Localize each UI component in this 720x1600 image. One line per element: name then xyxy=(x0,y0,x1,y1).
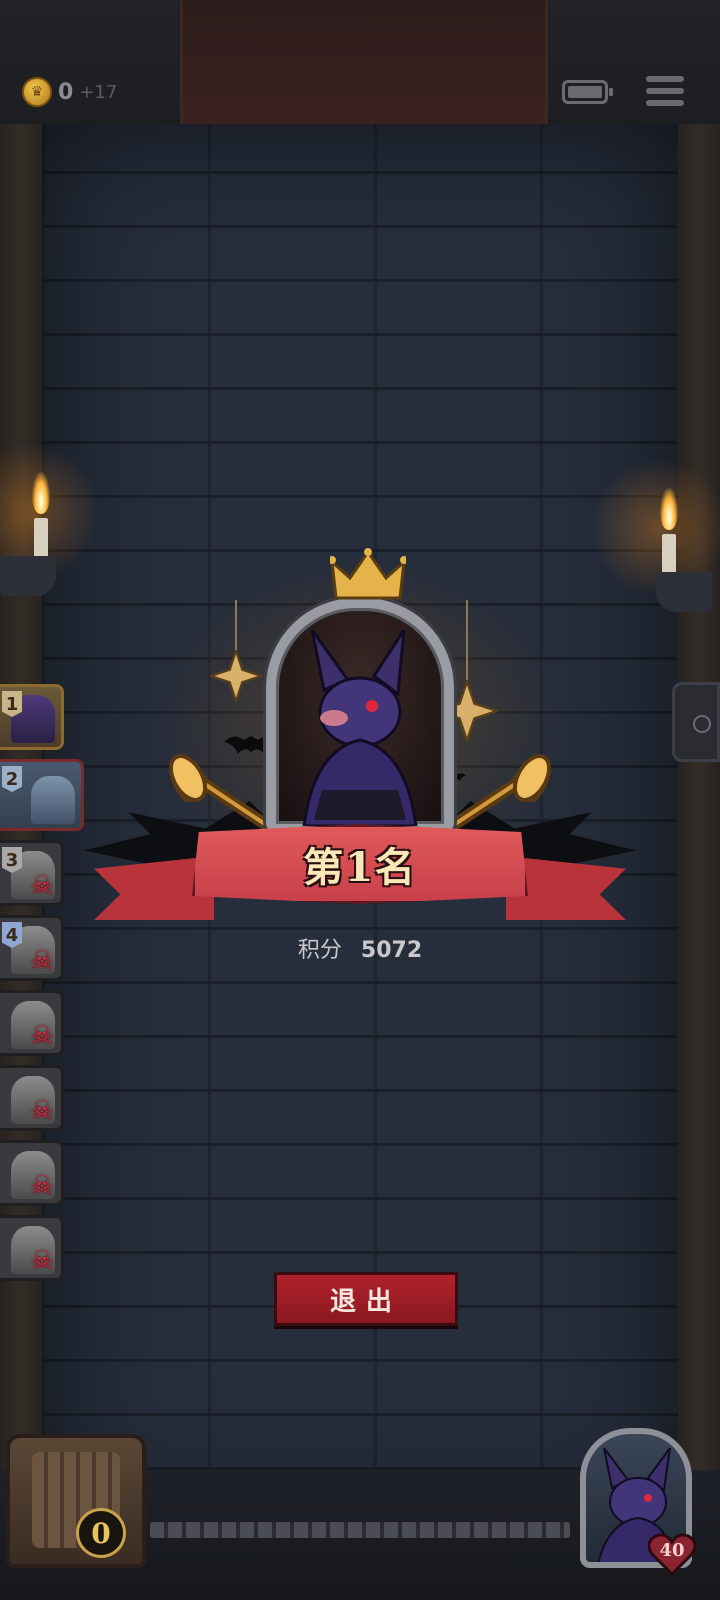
star-string xyxy=(466,600,468,682)
candle xyxy=(662,534,676,574)
leaderboard: 1 2 3 ☠ 4 ☠ ☠ ☠ ☠ ☠ xyxy=(0,684,90,1290)
menu-line xyxy=(646,100,684,106)
star-string xyxy=(235,600,237,652)
star-icon xyxy=(210,650,262,702)
coin-counter: ♛ 0 +17 xyxy=(22,76,117,108)
leaderboard-entry-2[interactable]: 2 xyxy=(0,759,84,831)
skull-icon: ☠ xyxy=(30,1171,54,1201)
leaderboard-entry-1[interactable]: 1 xyxy=(0,684,64,750)
doorway-curtain xyxy=(180,0,548,124)
menu-line xyxy=(646,76,684,82)
bat-character-portrait xyxy=(302,630,418,826)
rank-ribbon: 第1名 xyxy=(192,824,528,904)
leaderboard-entry-7[interactable]: ☠ xyxy=(0,1140,64,1206)
crown-coin-icon: ♛ xyxy=(22,77,52,107)
flame-icon xyxy=(660,488,678,530)
menu-line xyxy=(646,88,684,94)
exit-button[interactable]: 退出 xyxy=(274,1272,458,1326)
chest-count: 0 xyxy=(76,1508,126,1558)
coin-count: 0 xyxy=(58,79,74,105)
elf-portrait xyxy=(31,776,75,824)
skull-icon: ☠ xyxy=(30,871,54,901)
rank-title: 第1名 xyxy=(303,844,417,891)
leaderboard-entry-3[interactable]: 3 ☠ xyxy=(0,840,64,906)
candle xyxy=(34,518,48,558)
score-value: 5072 xyxy=(360,938,423,963)
coin-gain: +17 xyxy=(79,81,118,103)
score-label: 积分 xyxy=(297,938,342,963)
flame-icon xyxy=(32,472,50,514)
hamburger-menu-icon[interactable] xyxy=(646,72,684,110)
rank-badge: 2 xyxy=(2,766,22,792)
floor-rail xyxy=(150,1522,570,1538)
torch-bracket xyxy=(0,556,56,596)
skull-icon: ☠ xyxy=(30,1096,54,1126)
rank-badge: 3 xyxy=(2,847,22,873)
right-pillar xyxy=(678,124,720,1600)
skull-icon: ☠ xyxy=(30,1021,54,1051)
battery-icon xyxy=(562,80,613,104)
leaderboard-entry-8[interactable]: ☠ xyxy=(0,1215,64,1281)
leaderboard-entry-6[interactable]: ☠ xyxy=(0,1065,64,1131)
crown-icon xyxy=(330,548,406,600)
player-hp: 40 xyxy=(659,1540,685,1561)
left-torch xyxy=(0,442,100,622)
leaderboard-entry-5[interactable]: ☠ xyxy=(0,990,64,1056)
score-row: 积分 5072 xyxy=(0,932,720,964)
torch-bracket xyxy=(656,572,712,612)
skull-icon: ☠ xyxy=(30,1246,54,1276)
side-door-handle[interactable] xyxy=(672,682,720,762)
game-scene: ♛ 0 +17 1 2 3 ☠ 4 ☠ ☠ ☠ ☠ ☠ 第1名 积分 5072 … xyxy=(0,0,720,1600)
right-torch xyxy=(590,458,720,638)
treasure-chest-button[interactable] xyxy=(6,1434,146,1568)
rank-badge: 1 xyxy=(2,691,22,717)
